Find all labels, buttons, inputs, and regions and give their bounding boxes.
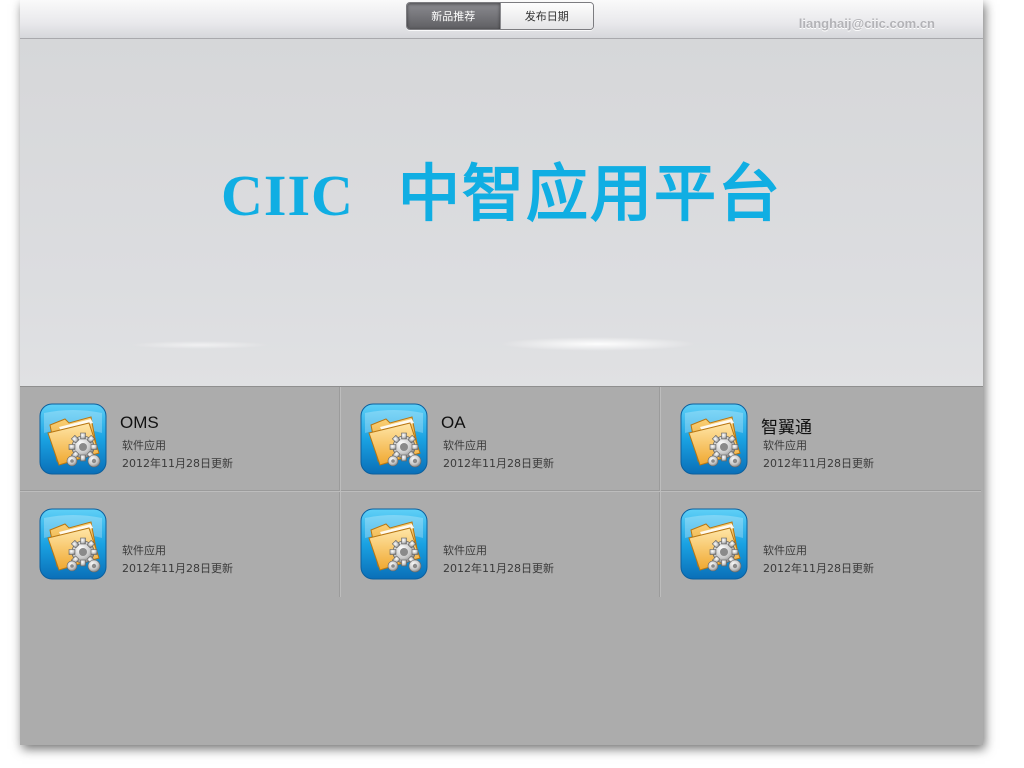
folder-gear-icon (360, 403, 428, 477)
app-updated-date: 2012年11月28日更新 (763, 562, 874, 575)
app-updated-date: 2012年11月28日更新 (763, 457, 874, 470)
app-category: 软件应用 (122, 439, 166, 452)
app-category: 软件应用 (443, 544, 487, 557)
app-updated-date: 2012年11月28日更新 (122, 562, 233, 575)
app-tile-oa[interactable]: OA 软件应用 2012年11月28日更新 (341, 387, 661, 492)
folder-gear-icon (39, 508, 107, 582)
hero-title: CIIC 中智应用平台 (20, 143, 983, 233)
top-toolbar: 新品推荐 发布日期 lianghaij@ciic.com.cn (20, 0, 983, 39)
app-tile-oms[interactable]: OMS 软件应用 2012年11月28日更新 (20, 387, 341, 492)
app-updated-date: 2012年11月28日更新 (443, 562, 554, 575)
brand-name: CIIC (221, 163, 354, 228)
folder-gear-icon (680, 403, 748, 477)
hero-banner: CIIC 中智应用平台 (20, 39, 983, 386)
app-updated-date: 2012年11月28日更新 (122, 457, 233, 470)
platform-name: 中智应用平台 (397, 157, 782, 230)
app-grid: OMS 软件应用 2012年11月28日更新 OA 软件应用 2012年11月2… (20, 386, 983, 599)
app-tile-5[interactable]: 软件应用 2012年11月28日更新 (341, 492, 661, 597)
folder-gear-icon (360, 508, 428, 582)
app-tile-6[interactable]: 软件应用 2012年11月28日更新 (661, 492, 981, 597)
hero-highlight-left (130, 341, 270, 349)
app-category: 软件应用 (763, 544, 807, 557)
app-tile-zhiyitong[interactable]: 智翼通 软件应用 2012年11月28日更新 (661, 387, 981, 492)
app-category: 软件应用 (443, 439, 487, 452)
app-category: 软件应用 (763, 439, 807, 452)
app-name: OMS (120, 413, 159, 432)
app-category: 软件应用 (122, 544, 166, 557)
tab-release-date[interactable]: 发布日期 (499, 3, 593, 29)
user-email: lianghaij@ciic.com.cn (798, 16, 935, 31)
app-updated-date: 2012年11月28日更新 (443, 457, 554, 470)
app-name: 智翼通 (761, 418, 812, 437)
empty-content-area (20, 598, 983, 745)
folder-gear-icon (39, 403, 107, 477)
sort-segmented-control: 新品推荐 发布日期 (406, 2, 594, 30)
tab-new-recommendations[interactable]: 新品推荐 (407, 3, 500, 29)
app-name: OA (441, 413, 466, 432)
app-window: 新品推荐 发布日期 lianghaij@ciic.com.cn CIIC 中智应… (20, 0, 983, 745)
folder-gear-icon (680, 508, 748, 582)
app-tile-4[interactable]: 软件应用 2012年11月28日更新 (20, 492, 341, 597)
hero-highlight (500, 337, 696, 351)
